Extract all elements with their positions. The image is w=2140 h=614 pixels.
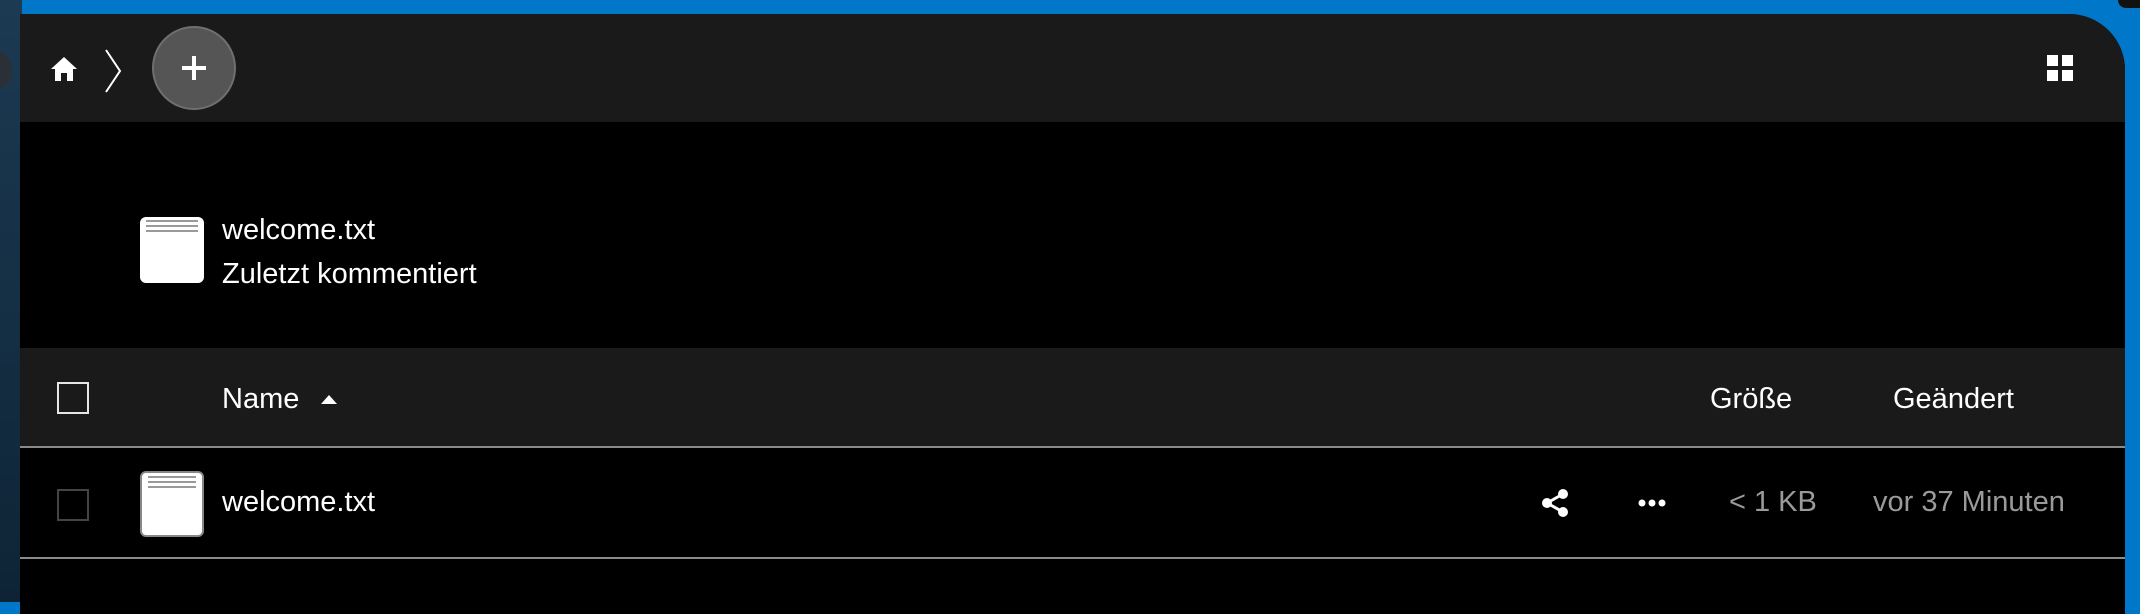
sort-ascending-icon [321, 395, 338, 404]
row-checkbox[interactable] [57, 489, 89, 521]
thumbnail-text-line [146, 220, 198, 222]
file-list-header: Name Größe Geändert [20, 348, 2125, 448]
thumbnail-text-line [146, 225, 198, 227]
desktop-background-strip [0, 0, 22, 602]
share-icon[interactable] [1538, 486, 1572, 520]
files-header [20, 14, 2125, 122]
file-thumbnail[interactable] [140, 217, 204, 283]
files-app-window: welcome.txt Zuletzt kommentiert Name Grö… [20, 14, 2125, 614]
home-icon [51, 57, 77, 81]
more-icon[interactable] [1635, 486, 1669, 520]
thumbnail-text-line [148, 476, 196, 478]
recent-file-subtitle: Zuletzt kommentiert [222, 258, 477, 290]
home-breadcrumb-button[interactable] [47, 52, 81, 86]
file-thumbnail[interactable] [140, 471, 204, 537]
column-name-label: Name [222, 383, 300, 415]
new-button[interactable] [152, 26, 236, 110]
file-size: < 1 KB [1729, 486, 1817, 518]
window-corner-shape [2118, 0, 2140, 8]
select-all-checkbox[interactable] [57, 382, 89, 414]
plus-icon [182, 56, 206, 80]
file-name[interactable]: welcome.txt [222, 486, 375, 519]
file-modified: vor 37 Minuten [1873, 486, 2065, 518]
chevron-right-icon [105, 49, 122, 93]
table-row[interactable]: welcome.txt < 1 KB vor 37 Minuten [20, 448, 2125, 559]
thumbnail-text-line [148, 486, 196, 488]
column-header-modified[interactable]: Geändert [1893, 383, 2014, 416]
column-header-size[interactable]: Größe [1710, 383, 1792, 416]
file-list-footer [20, 559, 2125, 614]
column-header-name[interactable]: Name [222, 383, 338, 416]
grid-view-icon[interactable] [2045, 53, 2075, 83]
thumbnail-text-line [146, 230, 198, 232]
recent-files-section: welcome.txt Zuletzt kommentiert [20, 122, 2125, 348]
desktop-edge-shape [0, 52, 12, 88]
recent-file-name[interactable]: welcome.txt [222, 214, 375, 247]
thumbnail-text-line [148, 481, 196, 483]
